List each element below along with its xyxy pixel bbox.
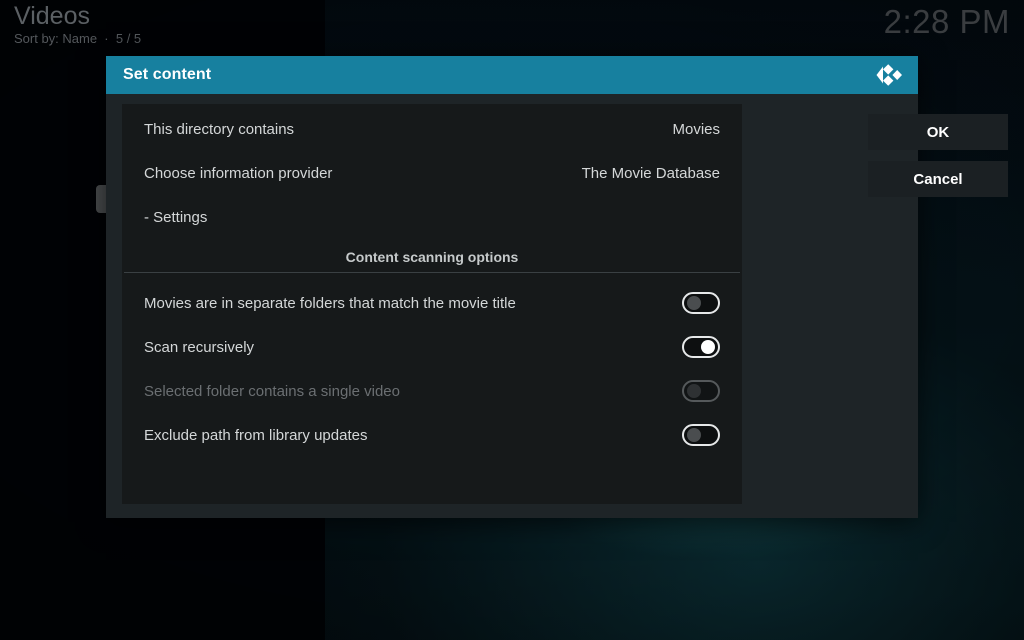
spacer-4 [122, 273, 742, 284]
kodi-logo-icon [874, 61, 904, 89]
window-header: Videos Sort by: Name · 5 / 5 [14, 2, 141, 47]
toggle-row-single-video: Selected folder contains a single video [122, 372, 742, 410]
toggle-row-exclude-path[interactable]: Exclude path from library updates [122, 416, 742, 454]
dialog-title: Set content [123, 66, 211, 84]
toggle-switch-scan-recursively[interactable] [682, 336, 720, 358]
sort-status-label: Sort by: Name · 5 / 5 [14, 31, 141, 47]
dialog-content-panel: This directory contains Movies Choose in… [122, 104, 742, 504]
setting-row-provider-settings[interactable]: - Settings [122, 198, 742, 236]
setting-value: Movies [672, 121, 720, 138]
ok-button[interactable]: OK [868, 114, 1008, 150]
dialog-titlebar: Set content [106, 56, 918, 94]
setting-label: Choose information provider [144, 165, 332, 182]
toggle-switch-separate-folders[interactable] [682, 292, 720, 314]
toggle-row-scan-recursively[interactable]: Scan recursively [122, 328, 742, 366]
dialog-actions: OK Cancel [868, 114, 1008, 208]
toggle-label: Movies are in separate folders that matc… [144, 295, 516, 312]
kodi-screen: Videos Sort by: Name · 5 / 5 2:28 PM Set… [0, 0, 1024, 640]
cancel-button[interactable]: Cancel [868, 161, 1008, 197]
section-header-content-scanning: Content scanning options [122, 242, 742, 272]
toggle-switch-single-video [682, 380, 720, 402]
clock-label: 2:28 PM [884, 3, 1010, 41]
page-title: Videos [14, 2, 141, 30]
toggle-knob [687, 296, 701, 310]
toggle-row-separate-folders[interactable]: Movies are in separate folders that matc… [122, 284, 742, 322]
toggle-label: Exclude path from library updates [144, 427, 367, 444]
setting-label: This directory contains [144, 121, 294, 138]
toggle-switch-exclude-path[interactable] [682, 424, 720, 446]
toggle-label: Scan recursively [144, 339, 254, 356]
toggle-knob [687, 428, 701, 442]
setting-label: - Settings [144, 209, 207, 226]
toggle-knob [687, 384, 701, 398]
setting-row-information-provider[interactable]: Choose information provider The Movie Da… [122, 154, 742, 192]
toggle-knob [701, 340, 715, 354]
setting-row-directory-contains[interactable]: This directory contains Movies [122, 110, 742, 148]
toggle-label: Selected folder contains a single video [144, 383, 400, 400]
set-content-dialog: Set content This directory contains Movi… [106, 56, 918, 518]
setting-value: The Movie Database [582, 165, 720, 182]
